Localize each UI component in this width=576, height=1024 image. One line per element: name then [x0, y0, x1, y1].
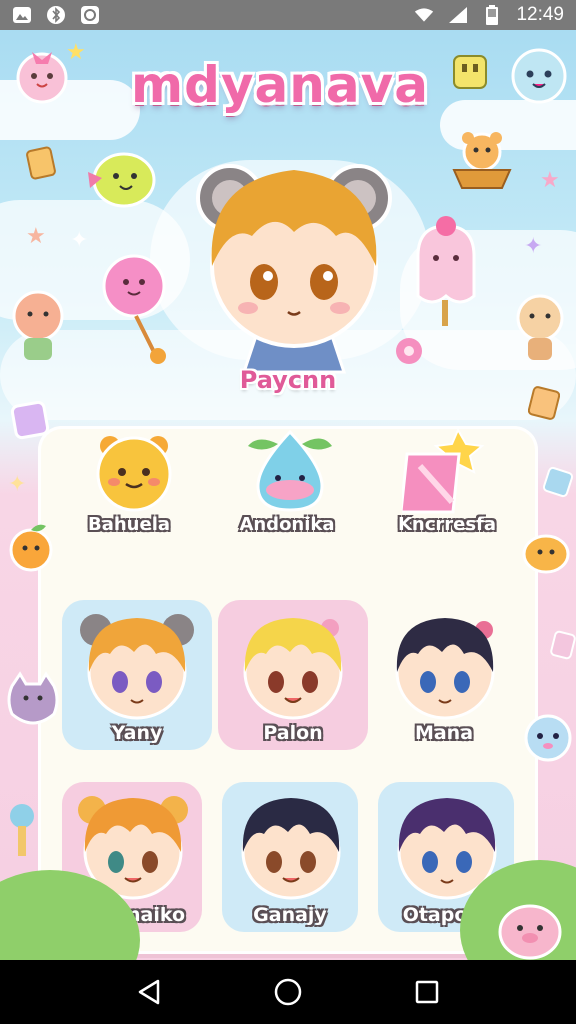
bear-basket-mascot-icon [452, 132, 512, 189]
pink-balloon-icon [102, 254, 166, 364]
tan-bunny-mascot-icon [516, 294, 564, 360]
home-button[interactable] [266, 970, 310, 1014]
character-avatar [241, 798, 341, 900]
bluetooth-icon [46, 5, 66, 25]
pink-blob-mascot-icon [16, 52, 68, 104]
sticker-card-icon [26, 146, 56, 180]
peach-bear-mascot-icon [12, 290, 64, 360]
status-right: 12:49 [414, 4, 564, 26]
featured-row: Bahuela Andonika Kncrresfa [38, 426, 538, 560]
character-name: Yany [111, 722, 163, 744]
back-icon [139, 979, 160, 1005]
cellular-signal-icon [448, 5, 468, 25]
featured-label: Andonika [239, 514, 335, 535]
hero-name: Paycnn [239, 366, 337, 394]
sparkle-icon: ✦ [8, 472, 27, 497]
pink-pig-mascot-icon [498, 904, 562, 960]
water-drop-icon [248, 429, 332, 512]
home-icon [274, 978, 302, 1006]
featured-item-kncrresfa[interactable]: Kncrresfa [372, 426, 522, 560]
wifi-icon [414, 5, 434, 25]
character-card-yany[interactable]: Yany [62, 600, 212, 750]
status-left [12, 5, 100, 25]
battery-icon [482, 5, 502, 25]
featured-label: Kncrresfa [397, 514, 497, 535]
purple-cat-mascot-icon [7, 671, 59, 725]
green-bird-mascot-icon [88, 152, 156, 208]
character-panel: Bahuela Andonika Kncrresfa Yany Palon Ma… [38, 426, 538, 954]
recents-button[interactable] [405, 970, 449, 1014]
hero-character-avatar[interactable] [186, 140, 402, 380]
character-card-palon[interactable]: Palon [218, 600, 368, 750]
status-bar: 12:49 [0, 0, 576, 30]
character-avatar [395, 618, 495, 720]
sparkle-icon: ✦ [70, 228, 89, 253]
sync-icon [80, 5, 100, 25]
character-card-mana[interactable]: Mana [374, 600, 514, 750]
yellow-cube-icon [453, 55, 487, 89]
featured-item-bahuela[interactable]: Bahuela [54, 426, 204, 560]
character-avatar [80, 614, 194, 720]
app-title: mdyanava [131, 56, 429, 114]
character-name: Ganajy [253, 904, 327, 926]
character-name: Mana [414, 722, 474, 744]
navigation-bar [0, 960, 576, 1024]
orange-bird-icon [522, 534, 570, 574]
blue-card-icon [542, 466, 574, 498]
pink-crystal-icon [402, 427, 485, 514]
recents-icon [415, 980, 438, 1004]
blue-blob-mascot-icon [511, 48, 567, 104]
home-scene: ★ ★ ★ ✦ ✦ ✦ ✦ mdyanava [0, 30, 576, 960]
blue-ghost-mascot-icon [524, 714, 572, 762]
pink-card-icon [550, 630, 576, 660]
bear-icon [96, 436, 172, 512]
sparkle-icon: ✦ [524, 234, 543, 259]
character-avatar [243, 618, 343, 720]
status-time: 12:49 [516, 4, 564, 25]
character-name: Palon [263, 722, 323, 744]
star-icon: ★ [540, 168, 560, 193]
orange-fruit-icon [9, 524, 53, 572]
gallery-icon [12, 5, 32, 25]
featured-item-andonika[interactable]: Andonika [212, 426, 362, 560]
character-card-ganajy[interactable]: Ganajy [222, 782, 358, 932]
music-card-icon [528, 386, 560, 420]
featured-label: Bahuela [87, 514, 171, 535]
back-button[interactable] [127, 970, 171, 1014]
blue-flower-icon [10, 804, 34, 856]
star-icon: ★ [26, 224, 46, 249]
pink-ghost-mascot-icon [416, 216, 476, 326]
